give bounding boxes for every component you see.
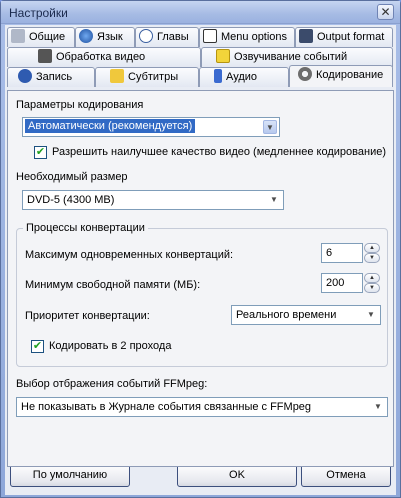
ffmpeg-events-select[interactable]: Не показывать в Журнале события связанны…: [16, 397, 388, 417]
encoding-params-value: Автоматически (рекомендуется): [25, 119, 196, 133]
tab-label: Запись: [36, 71, 73, 83]
dialog-client: Общие Язык Главы Menu options Output for…: [5, 25, 396, 495]
spin-down-icon[interactable]: ▼: [364, 253, 380, 263]
required-size-value: DVD-5 (4300 MB): [27, 194, 115, 206]
encoding-panel: Параметры кодирования Автоматически (рек…: [7, 90, 394, 467]
monitor-icon: [299, 29, 313, 43]
best-quality-checkbox[interactable]: ✔: [34, 146, 47, 159]
tab-label: Общие: [29, 31, 66, 43]
conversion-group: Процессы конвертации Максимум одновремен…: [16, 222, 388, 367]
chevron-down-icon[interactable]: ▼: [267, 193, 281, 207]
priority-value: Реального времени: [236, 309, 337, 321]
window-title: Настройки: [9, 6, 68, 20]
menu-icon: [203, 29, 217, 43]
required-size-select[interactable]: DVD-5 (4300 MB) ▼: [22, 190, 284, 210]
tab-subtitles[interactable]: Субтитры: [95, 67, 199, 87]
min-memory-input[interactable]: 200: [321, 273, 363, 293]
max-conversions-stepper[interactable]: 6 ▲ ▼: [321, 243, 381, 263]
min-memory-label: Минимум свободной памяти (МБ):: [25, 279, 201, 291]
spin-down-icon[interactable]: ▼: [364, 283, 380, 293]
tab-audio[interactable]: Аудио: [199, 67, 289, 87]
spin-up-icon[interactable]: ▲: [364, 273, 380, 283]
settings-window: Настройки ✕ Общие Язык Главы Menu option…: [0, 0, 401, 498]
tab-video-processing[interactable]: Обработка видео: [7, 47, 201, 67]
tab-language[interactable]: Язык: [75, 27, 135, 47]
tab-menu-options[interactable]: Menu options: [199, 27, 295, 47]
ffmpeg-events-label: Выбор отбражения событий FFMpeg:: [16, 378, 208, 390]
gear-icon: [298, 67, 312, 81]
tab-event-sounds[interactable]: Озвучивание событий: [201, 47, 393, 67]
tab-label: Обработка видео: [56, 51, 146, 63]
priority-label: Приоритет конвертации:: [25, 310, 150, 322]
subtitles-icon: [110, 69, 124, 83]
tab-encoding[interactable]: Кодирование: [289, 65, 393, 87]
two-pass-label: Кодировать в 2 прохода: [49, 340, 172, 352]
tab-output-format[interactable]: Output format: [295, 27, 393, 47]
encoding-params-select[interactable]: Автоматически (рекомендуется) ▼: [22, 117, 280, 137]
title-bar[interactable]: Настройки ✕: [1, 1, 400, 24]
tab-label: Menu options: [221, 31, 288, 43]
max-conversions-label: Максимум одновременных конвертаций:: [25, 249, 234, 261]
encoding-params-label: Параметры кодирования: [16, 99, 144, 111]
ffmpeg-events-value: Не показывать в Журнале события связанны…: [21, 401, 312, 413]
clock-icon: [139, 29, 153, 43]
two-pass-checkbox[interactable]: ✔: [31, 340, 44, 353]
min-memory-stepper[interactable]: 200 ▲ ▼: [321, 273, 381, 293]
close-button[interactable]: ✕: [377, 4, 394, 20]
tab-label: Аудио: [226, 71, 258, 83]
best-quality-label: Разрешить наилучшее качество видео (медл…: [52, 146, 386, 158]
speech-icon: [216, 49, 230, 63]
chevron-down-icon[interactable]: ▼: [371, 400, 385, 414]
priority-select[interactable]: Реального времени ▼: [231, 305, 381, 325]
tab-general[interactable]: Общие: [7, 27, 75, 47]
tab-recording[interactable]: Запись: [7, 67, 95, 87]
film-icon: [38, 49, 52, 63]
spin-up-icon[interactable]: ▲: [364, 243, 380, 253]
music-note-icon: [214, 69, 222, 83]
required-size-label: Необходимый размер: [16, 171, 128, 183]
conversion-group-title: Процессы конвертации: [23, 222, 148, 234]
max-conversions-input[interactable]: 6: [321, 243, 363, 263]
tab-label: Озвучивание событий: [234, 51, 348, 63]
tab-label: Output format: [317, 31, 385, 43]
tab-label: Главы: [157, 31, 189, 43]
chevron-down-icon[interactable]: ▼: [364, 308, 378, 322]
globe-icon: [79, 29, 93, 43]
record-icon: [18, 69, 32, 83]
tab-chapters[interactable]: Главы: [135, 27, 199, 47]
tab-label: Язык: [97, 31, 123, 43]
tab-label: Кодирование: [316, 69, 384, 81]
tab-label: Субтитры: [128, 71, 179, 83]
chevron-down-icon[interactable]: ▼: [263, 120, 277, 134]
wrench-icon: [11, 29, 25, 43]
